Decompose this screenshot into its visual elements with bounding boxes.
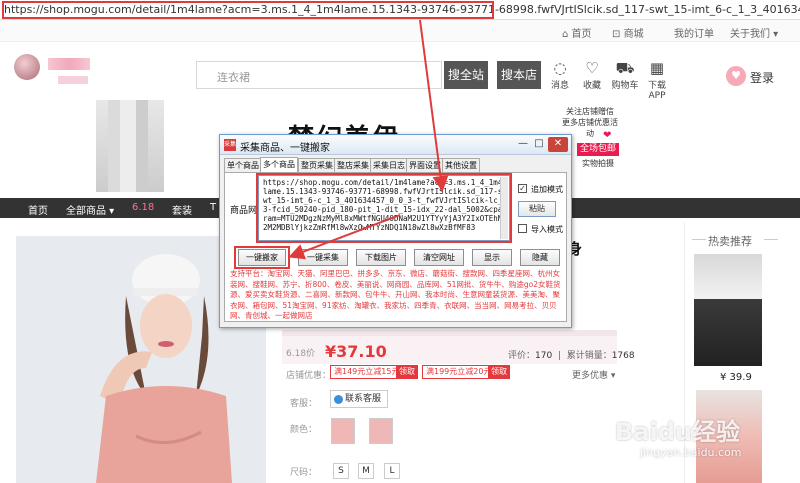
supported-platforms-text: 支持平台：淘宝网、天猫、阿里巴巴、拼多多、京东、微店、蘑菇街、搜款网、四季星座网…: [230, 269, 561, 320]
import-mode-label: 导入模式: [531, 225, 563, 234]
shop-subtitle-blurred: [58, 76, 88, 84]
eval-sales-row: 评价：170 | 累计销量：1768: [508, 351, 635, 361]
service-label: 客服：: [290, 399, 318, 409]
coupon-claim-button[interactable]: 领取: [396, 365, 418, 379]
size-option-m[interactable]: M: [358, 463, 374, 479]
blurred-banner-image: [96, 100, 164, 192]
color-swatch[interactable]: [369, 418, 393, 444]
nav-sets[interactable]: 套装: [172, 202, 192, 217]
hot-item-price: ¥ 39.9: [720, 372, 752, 383]
collector-dialog: 采集 采集商品、一键搬家 — □ ✕ 单个商品 多个商品 整页采集 整店采集 采…: [219, 134, 572, 328]
shop-avatar[interactable]: [14, 54, 40, 80]
url-highlight-box: [2, 1, 494, 19]
toplink-home[interactable]: ⌂ 首页: [562, 25, 592, 40]
toplink-mall[interactable]: ⊡ 商城: [612, 25, 644, 40]
search-placeholder: 连衣裙: [217, 71, 250, 84]
watermark-logo: Baidu经验: [615, 418, 740, 446]
size-option-l[interactable]: L: [384, 463, 400, 479]
tab-other-settings[interactable]: 其他设置: [442, 158, 480, 172]
app-icon: 采集: [224, 139, 236, 151]
coupon-claim-button[interactable]: 领取: [488, 365, 510, 379]
tab-single-product[interactable]: 单个商品: [224, 158, 262, 172]
nav-t[interactable]: T: [210, 202, 216, 213]
close-icon[interactable]: ✕: [548, 137, 568, 152]
maximize-icon[interactable]: □: [532, 138, 546, 151]
hide-button[interactable]: 隐藏: [520, 249, 560, 266]
coupon-149-15[interactable]: 满149元立减15元: [330, 365, 404, 379]
divider: [764, 239, 778, 240]
watermark-url: jingyan.baidu.com: [640, 446, 742, 459]
heart-icon: ♡: [585, 59, 599, 77]
message-link[interactable]: ◌ 消息: [544, 60, 576, 91]
hot-recommend-title: 热卖推荐: [708, 235, 752, 248]
tab-shop-collect[interactable]: 整店采集: [334, 158, 372, 172]
nav-618[interactable]: 6.18: [132, 202, 154, 213]
tab-ui-settings[interactable]: 界面设置: [406, 158, 444, 172]
toplink-about[interactable]: 关于我们 ▾: [730, 25, 778, 40]
cart-icon: ⊡: [612, 29, 621, 40]
price-label: 6.18价: [286, 349, 316, 359]
price-value: ¥37.10: [325, 342, 387, 361]
heart-icon: ♥: [726, 66, 746, 86]
paste-button[interactable]: 粘贴: [518, 201, 556, 217]
top-links-bar: ⌂ 首页 ⊡ 商城 我的订单 关于我们 ▾: [0, 20, 800, 42]
home-icon: ⌂: [562, 29, 569, 40]
search-all-button[interactable]: 搜全站: [444, 61, 488, 89]
sales-count: 1768: [611, 351, 635, 361]
qr-icon: ▦: [649, 59, 665, 77]
tab-page-collect[interactable]: 整页采集: [298, 158, 336, 172]
dialog-titlebar[interactable]: 采集 采集商品、一键搬家 — □ ✕: [220, 135, 571, 155]
divider: [692, 239, 706, 240]
tab-collect-log[interactable]: 采集日志: [370, 158, 408, 172]
more-coupons-link[interactable]: 更多优惠 ▾: [572, 368, 615, 381]
size-option-s[interactable]: S: [333, 463, 349, 479]
coupon-199-20[interactable]: 满199元立减20元: [422, 365, 496, 379]
free-shipping-badge[interactable]: 全场包邮: [577, 143, 619, 156]
hot-item-image[interactable]: [694, 254, 762, 366]
search-input[interactable]: 连衣裙: [196, 61, 442, 89]
coupon-label: 店铺优惠：: [286, 371, 332, 381]
show-button[interactable]: 显示: [472, 249, 512, 266]
one-key-collect-button[interactable]: 一键采集: [298, 249, 348, 266]
cart-link[interactable]: ⛟ 购物车: [609, 60, 641, 91]
login-button[interactable]: ♥ 登录: [726, 66, 786, 86]
nav-all-products[interactable]: 全部商品 ▾: [66, 202, 114, 217]
shop-name-blurred: [48, 58, 90, 70]
chat-icon: [334, 395, 343, 404]
import-mode-checkbox[interactable]: [518, 224, 527, 233]
download-images-button[interactable]: 下载图片: [356, 249, 406, 266]
download-app-link[interactable]: ▦ 下载APP: [641, 60, 673, 101]
size-label: 尺码：: [290, 468, 318, 478]
favorite-link[interactable]: ♡ 收藏: [576, 60, 608, 91]
color-swatch[interactable]: [331, 418, 355, 444]
heart-icon: ❤: [603, 130, 612, 141]
add-mode-checkbox[interactable]: ✓: [518, 184, 527, 193]
toplink-orders[interactable]: 我的订单: [674, 25, 714, 40]
eval-count: 170: [535, 351, 553, 361]
url-field-highlight-box: [256, 173, 512, 243]
minimize-icon[interactable]: —: [516, 138, 530, 151]
add-mode-label: 追加模式: [531, 185, 563, 194]
nav-home[interactable]: 首页: [28, 202, 48, 217]
clear-urls-button[interactable]: 清空网址: [414, 249, 464, 266]
color-label: 颜色：: [290, 425, 318, 435]
one-key-move-highlight-box: [234, 246, 290, 269]
chat-icon: ◌: [553, 59, 567, 77]
search-shop-button[interactable]: 搜本店: [497, 61, 541, 89]
dialog-title: 采集商品、一键搬家: [240, 143, 330, 154]
cart-icon: ⛟: [615, 59, 635, 77]
real-photo-label: 实物拍摄: [582, 159, 614, 168]
tab-multiple-products[interactable]: 多个商品: [260, 157, 298, 172]
